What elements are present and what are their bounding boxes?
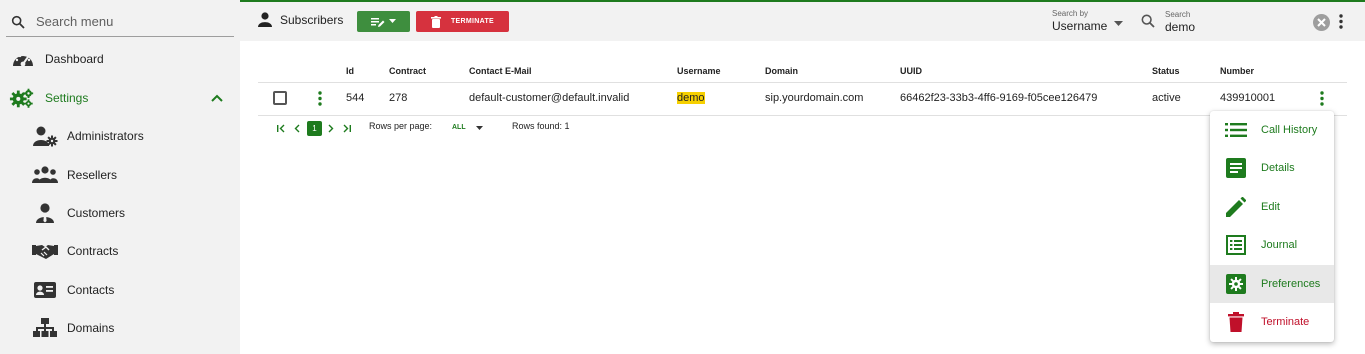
menu-item-preferences[interactable]: Preferences: [1210, 265, 1334, 303]
more-vert-icon[interactable]: [1319, 91, 1325, 106]
row-divider: [258, 115, 1347, 116]
handshake-icon: [32, 240, 58, 262]
search-icon: [11, 15, 25, 29]
column-header-username[interactable]: Username: [677, 66, 721, 76]
sidebar-search[interactable]: Search menu: [6, 7, 234, 37]
topbar: Subscribers TERMINATE Search by Username…: [240, 0, 1365, 41]
menu-item-label: Edit: [1261, 201, 1280, 213]
first-page-icon[interactable]: [276, 124, 286, 133]
trash-icon: [430, 15, 441, 28]
search-by-caption: Search by: [1052, 9, 1089, 18]
edit-actions-button[interactable]: [357, 11, 410, 32]
list-icon: [1224, 118, 1248, 142]
cell-number: 439910001: [1220, 92, 1276, 104]
menu-item-label: Terminate: [1261, 316, 1310, 328]
caret-down-icon: [389, 19, 396, 23]
list-edit-icon: [371, 17, 385, 27]
sidebar-item-domains[interactable]: Domains: [0, 310, 240, 346]
cell-domain: sip.yourdomain.com: [765, 92, 864, 104]
sidebar-item-label: Resellers: [67, 168, 118, 182]
search-by-select[interactable]: Search by Username: [1052, 9, 1124, 33]
search-caption: Search: [1165, 10, 1191, 19]
rows-per-page-label: Rows per page:: [369, 121, 433, 131]
contacts-icon: [32, 279, 58, 301]
administrators-icon: [32, 125, 58, 147]
more-vert-icon[interactable]: [1338, 14, 1344, 29]
trash-icon: [1224, 310, 1248, 334]
menu-item-call-history[interactable]: Call History: [1210, 111, 1334, 149]
chevron-up-icon[interactable]: [210, 91, 224, 105]
sidebar-item-label: Dashboard: [45, 52, 104, 66]
details-icon: [1224, 156, 1248, 180]
page-number-current[interactable]: 1: [307, 121, 322, 136]
journal-icon: [1224, 233, 1248, 257]
sidebar-search-placeholder: Search menu: [36, 14, 114, 29]
menu-item-journal[interactable]: Journal: [1210, 226, 1334, 264]
cell-uuid: 66462f23-33b3-4ff6-9169-f05cee126479: [900, 92, 1098, 104]
sidebar-item-label: Domains: [67, 321, 115, 335]
menu-item-terminate[interactable]: Terminate: [1210, 303, 1334, 341]
menu-item-label: Details: [1261, 162, 1295, 174]
terminate-button[interactable]: TERMINATE: [416, 11, 509, 32]
search-value: demo: [1165, 20, 1196, 34]
person-icon: [258, 12, 272, 27]
rows-per-page-select[interactable]: ALL: [452, 124, 466, 131]
cell-username: demo: [677, 92, 705, 104]
sidebar-item-contracts[interactable]: Contracts: [0, 233, 240, 269]
preferences-icon: [1224, 272, 1248, 296]
settings-icon: [9, 87, 35, 109]
sidebar-item-label: Administrators: [67, 129, 144, 143]
sidebar: Search menu Dashboard Settings Administr…: [0, 0, 240, 354]
terminate-label: TERMINATE: [450, 18, 494, 25]
cell-email: default-customer@default.invalid: [469, 92, 630, 104]
cell-status: active: [1152, 92, 1181, 104]
resellers-icon: [32, 164, 58, 186]
column-header-uuid[interactable]: UUID: [900, 66, 922, 76]
more-vert-icon[interactable]: [317, 91, 323, 106]
sidebar-item-dashboard[interactable]: Dashboard: [0, 41, 240, 77]
menu-item-label: Journal: [1261, 239, 1298, 251]
column-header-domain[interactable]: Domain: [765, 66, 798, 76]
column-header-id[interactable]: Id: [346, 66, 354, 76]
dashboard-icon: [10, 48, 36, 70]
sidebar-item-settings[interactable]: Settings: [0, 80, 240, 116]
sidebar-item-administrators[interactable]: Administrators: [0, 118, 240, 154]
menu-item-edit[interactable]: Edit: [1210, 188, 1334, 226]
chevron-left-icon[interactable]: [293, 124, 301, 133]
sidebar-item-resellers[interactable]: Resellers: [0, 157, 240, 193]
edit-icon: [1224, 195, 1248, 219]
sidebar-item-label: Settings: [45, 91, 89, 105]
customers-icon: [32, 202, 58, 224]
column-header-email[interactable]: Contact E-Mail: [469, 66, 532, 76]
header-divider: [258, 82, 1347, 83]
cell-contract: 278: [389, 92, 408, 104]
clear-icon[interactable]: [1313, 14, 1330, 31]
chevron-right-icon[interactable]: [327, 124, 335, 133]
menu-item-details[interactable]: Details: [1210, 149, 1334, 187]
caret-down-icon: [1114, 21, 1123, 26]
sidebar-item-contacts[interactable]: Contacts: [0, 272, 240, 308]
row-actions-menu: Call History Details Edit Journal Prefer…: [1210, 111, 1334, 342]
page-title: Subscribers: [258, 12, 343, 27]
last-page-icon[interactable]: [342, 124, 352, 133]
menu-item-label: Preferences: [1261, 278, 1321, 290]
search-icon: [1141, 14, 1155, 28]
column-header-contract[interactable]: Contract: [389, 66, 426, 76]
cell-id: 544: [346, 92, 365, 104]
sidebar-item-customers[interactable]: Customers: [0, 195, 240, 231]
column-header-number[interactable]: Number: [1220, 66, 1254, 76]
column-header-status[interactable]: Status: [1152, 66, 1180, 76]
row-checkbox[interactable]: [273, 91, 287, 105]
page-title-text: Subscribers: [280, 12, 344, 27]
menu-item-label: Call History: [1261, 124, 1318, 136]
rows-found: Rows found: 1: [512, 121, 570, 131]
sidebar-item-label: Contracts: [67, 244, 119, 258]
sidebar-item-label: Contacts: [67, 283, 115, 297]
caret-down-icon[interactable]: [476, 126, 483, 130]
domains-icon: [32, 317, 58, 339]
sidebar-item-label: Customers: [67, 206, 126, 220]
